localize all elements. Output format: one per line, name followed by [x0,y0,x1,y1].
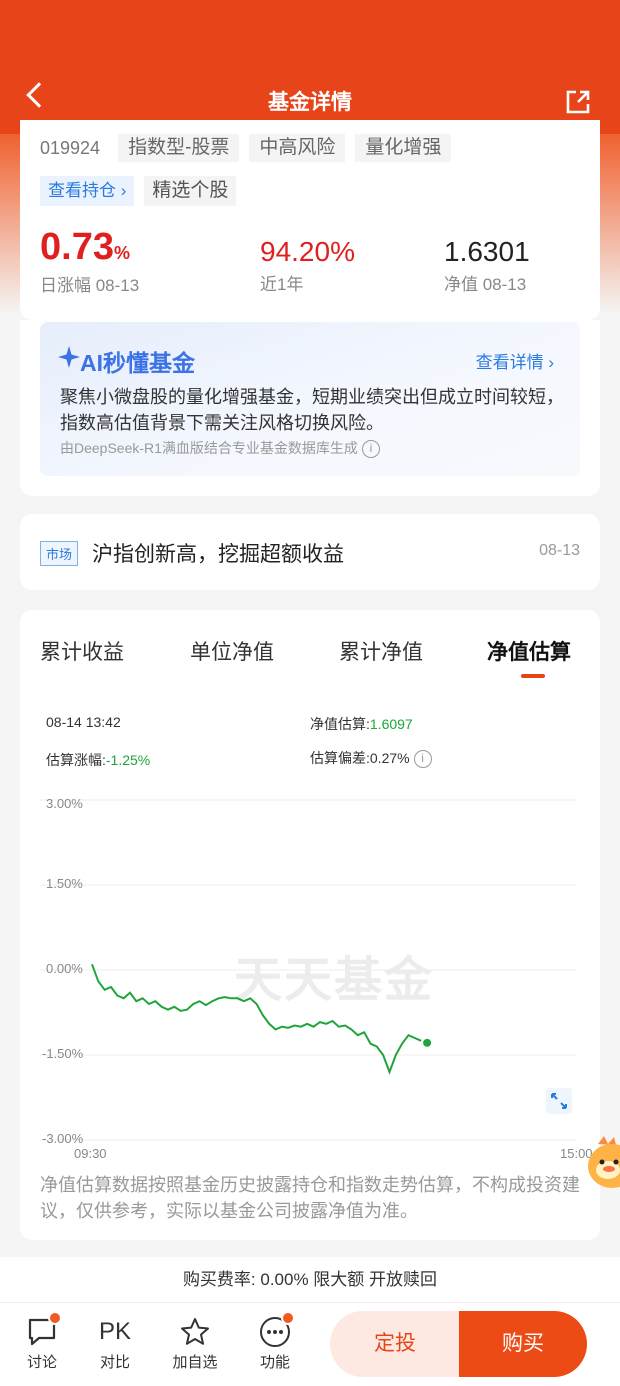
discuss-button[interactable]: 讨论 [12,1311,72,1372]
bottom-bar: 讨论 PK 对比 加自选 功能 定投 购买 [0,1303,620,1386]
discuss-label: 讨论 [26,1354,57,1371]
auto-invest-button[interactable]: 定投 [330,1311,460,1377]
year-return-label: 近1年 [260,275,304,294]
estimate-deviation-label: 估算偏差: [310,750,370,766]
estimate-value: 1.6097 [369,716,413,732]
estimate-time: 08-14 13:42 [46,714,121,730]
fund-code: 019924 [40,138,101,158]
active-tab-indicator [521,674,545,678]
ai-summary-panel[interactable]: AI秒懂基金 查看详情 › 聚焦小微盘股的量化增强基金，短期业绩突出但成立时间较… [40,322,580,476]
y-tick-label: -3.00% [42,1131,84,1146]
day-change-label: 日涨幅 08-13 [40,276,140,295]
fund-info-card: 019924 指数型-股票 中高风险 量化增强 查看持仓 › 精选个股 0.73… [20,120,600,320]
ai-source-text: 由DeepSeek-R1满血版结合专业基金数据库生成 [60,440,358,456]
y-tick-label: 0.00% [46,961,83,976]
tab-unit-nav[interactable]: 单位净值 [190,636,274,666]
notification-dot [281,1311,295,1325]
estimate-deviation: 0.27% [369,750,410,766]
day-change-value: 0.73 [40,226,114,268]
mascot-icon[interactable] [584,1134,620,1190]
pk-icon: PK [98,1318,131,1345]
ai-summary-text: 聚焦小微盘股的量化增强基金，短期业绩突出但成立时间较短，指数高估值背景下需关注风… [60,387,564,433]
ai-summary-card: AI秒懂基金 查看详情 › 聚焦小微盘股的量化增强基金，短期业绩突出但成立时间较… [20,320,600,496]
tab-cumulative-nav[interactable]: 累计净值 [339,636,423,666]
estimate-value-row: 净值估算:1.6097 [310,714,413,734]
functions-label: 功能 [259,1354,290,1371]
news-date: 08-13 [539,542,580,559]
year-return-stat: 94.20% 近1年 [260,236,355,295]
estimate-change-row: 估算涨幅:-1.25% [46,750,150,770]
functions-button[interactable]: 功能 [245,1311,305,1372]
tab-nav-estimate[interactable]: 净值估算 [487,636,571,666]
page-title: 基金详情 [268,91,352,114]
view-holdings-link[interactable]: 查看持仓 › [40,176,135,206]
estimate-change: -1.25% [105,752,151,768]
info-icon[interactable]: i [361,440,380,459]
y-tick-label: 3.00% [46,796,83,811]
y-tick-label: -1.50% [42,1046,84,1061]
nav-stat: 1.6301 净值 08-13 [444,236,530,295]
star-icon [181,1318,209,1345]
deviation-info-icon[interactable]: i [413,750,432,769]
news-title: 沪指创新高，挖掘超额收益 [92,543,344,566]
y-tick-label: 1.50% [46,876,83,891]
compare-button[interactable]: PK 对比 [85,1315,145,1372]
estimate-deviation-row: 估算偏差:0.27% i [310,748,432,769]
market-tag: 市场 [40,541,79,566]
x-start-label: 09:30 [74,1146,107,1161]
current-point [423,1038,432,1047]
sparkle-icon [58,346,80,368]
share-icon[interactable] [564,88,592,116]
ai-title: AI秒懂基金 [80,350,195,376]
news-card[interactable]: 市场 沪指创新高，挖掘超额收益 08-13 [20,514,600,590]
estimate-value-label: 净值估算: [310,716,370,732]
disclaimer-text: 净值估算数据按照基金历史披露持仓和指数走势估算，不构成投资建议，仅供参考，实际以… [40,1175,580,1221]
day-change-unit: % [113,243,130,263]
year-return-value: 94.20% [260,236,355,267]
ai-view-details-link[interactable]: 查看详情 › [476,348,554,373]
app-header: 基金详情 [0,0,620,134]
estimate-line [91,963,422,1075]
estimate-change-label: 估算涨幅: [46,752,106,768]
fee-info: 购买费率: 0.00% 限大额 开放赎回 [0,1257,620,1303]
buy-button[interactable]: 购买 [459,1311,587,1377]
add-watchlist-label: 加自选 [172,1354,218,1371]
chart-card: 累计收益 单位净值 累计净值 净值估算 08-14 13:42 净值估算:1.6… [20,610,600,1240]
day-change-stat: 0.73% 日涨幅 08-13 [40,226,139,296]
expand-icon[interactable] [546,1088,572,1114]
notification-dot [48,1311,62,1325]
fund-type-tag: 指数型-股票 [118,134,240,162]
nav-label: 净值 08-13 [444,275,527,294]
ai-source: 由DeepSeek-R1满血版结合专业基金数据库生成 i [60,438,380,459]
risk-tag: 中高风险 [249,134,346,162]
nav-estimate-chart [40,799,576,1141]
tab-cumulative-return[interactable]: 累计收益 [40,636,124,666]
nav-value: 1.6301 [444,236,530,267]
pick-stock-tag: 精选个股 [144,176,237,206]
add-watchlist-button[interactable]: 加自选 [165,1315,225,1372]
strategy-tag: 量化增强 [355,134,452,162]
compare-label: 对比 [99,1354,130,1371]
